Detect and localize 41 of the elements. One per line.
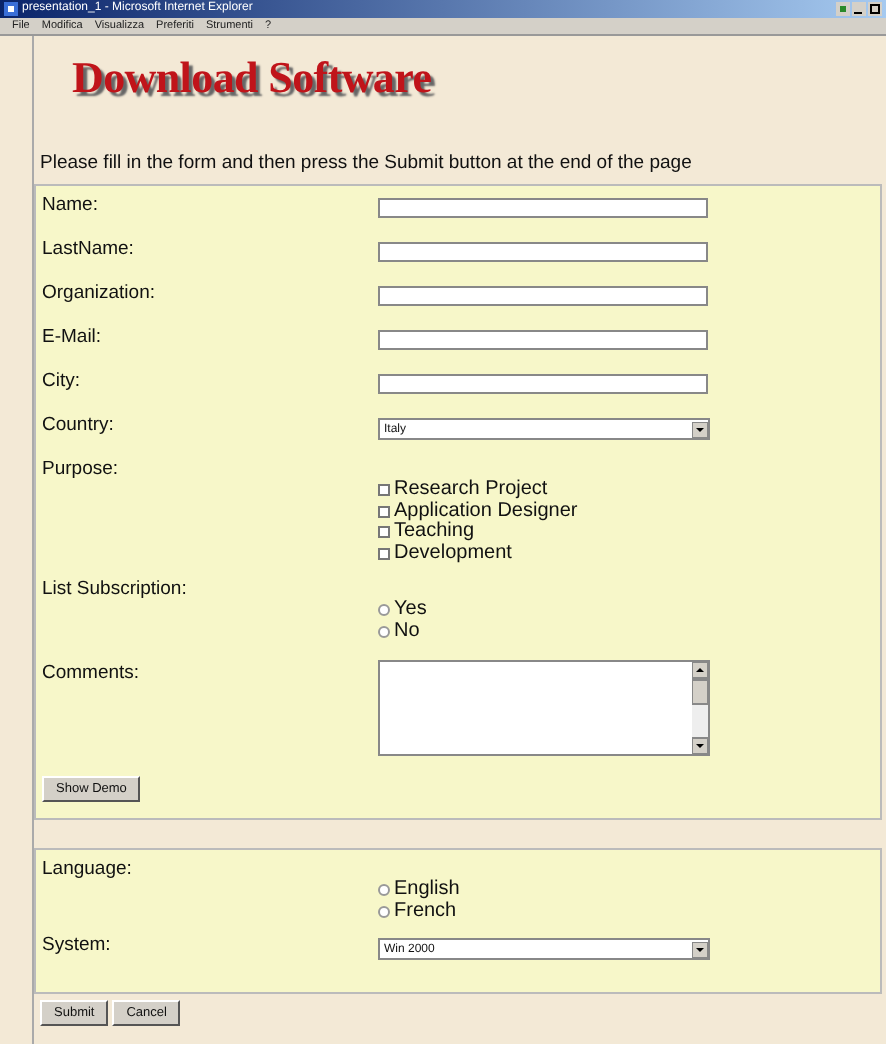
option-label: Research Project (394, 480, 548, 501)
field-label: LastName: (42, 236, 136, 264)
instructions-text: Please fill in the form and then press the Submit button at the end of the page (38, 150, 694, 178)
radio-button[interactable] (378, 625, 390, 638)
field-label: Comments: (42, 660, 142, 688)
text-field[interactable] (378, 286, 708, 306)
text-field[interactable] (378, 242, 708, 262)
checkbox[interactable] (378, 484, 390, 497)
text-field[interactable] (378, 330, 708, 350)
minimize-icon[interactable] (852, 2, 866, 16)
radio-button[interactable] (378, 884, 390, 897)
radio-button[interactable] (378, 604, 390, 617)
option-label: No (394, 621, 420, 642)
maximize-icon[interactable] (868, 2, 882, 16)
field-label: List Subscription: (42, 576, 189, 604)
option-label: English (394, 880, 460, 901)
option-label: Application Designer (394, 501, 578, 521)
field-label: E-Mail: (42, 324, 104, 352)
text-field[interactable] (378, 374, 708, 394)
field-label: Purpose: (42, 456, 121, 484)
comments-textarea[interactable] (378, 660, 710, 756)
option-label: French (394, 901, 457, 922)
option-label: Teaching (394, 522, 475, 543)
checkbox[interactable] (378, 505, 390, 518)
checkbox[interactable] (378, 547, 390, 560)
field-label: Language: (42, 856, 134, 884)
browser-icon (4, 2, 18, 16)
dropdown-arrow-icon[interactable] (692, 941, 708, 957)
checkbox[interactable] (378, 526, 390, 539)
field-label: Organization: (42, 280, 158, 308)
field-label: Name: (42, 192, 100, 220)
field-label: Country: (42, 412, 116, 440)
option-label: Yes (394, 600, 427, 621)
field-label: System: (42, 932, 113, 960)
text-field[interactable] (378, 198, 708, 218)
option-label: Development (394, 543, 512, 564)
field-label: City: (42, 368, 82, 396)
radio-button[interactable] (378, 905, 390, 918)
dropdown-arrow-icon[interactable] (692, 421, 708, 437)
page-heading: Download Software (70, 50, 434, 106)
scrollbar[interactable] (692, 662, 708, 754)
